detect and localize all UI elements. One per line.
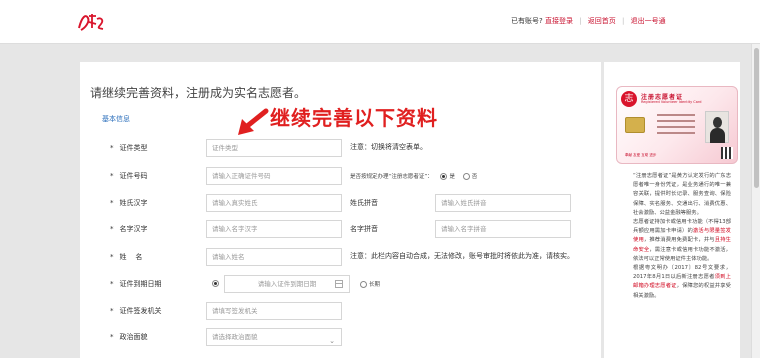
given-name-input[interactable]: 请输入名字汉字 bbox=[206, 220, 342, 238]
row-authority: * 证件签发机关 请填写签发机关 bbox=[80, 301, 601, 321]
card-subtitle: Registered Volunteer Identity Card bbox=[641, 100, 702, 104]
calendar-icon[interactable] bbox=[335, 280, 343, 288]
card-text-lines bbox=[657, 114, 695, 138]
full-name-input[interactable]: 请输入姓名 bbox=[206, 248, 342, 266]
row-full-name: * 姓 名 请输入姓名 注意：此栏内容自动合成，无法修改，账号审批时将依此为准，请… bbox=[80, 247, 601, 267]
id-type-label: 证件类型 bbox=[119, 144, 148, 152]
expiry-date-input[interactable]: 请输入证件到期日期 bbox=[224, 275, 350, 293]
surname-pinyin-label: 姓氏拼音 bbox=[350, 199, 378, 207]
row-id-number: * 证件号码 请输入正确证件号码 是否按规定办理“注册志愿者证”： 是 否 bbox=[80, 166, 601, 186]
card-photo bbox=[705, 111, 729, 143]
top-bar: 已有账号? 直接登录 | 返回首页 | 退出一号通 bbox=[0, 0, 760, 44]
given-pinyin-input[interactable]: 请输入名字拼音 bbox=[435, 220, 571, 238]
given-pinyin-label: 名字拼音 bbox=[350, 225, 378, 233]
qr-code-icon bbox=[721, 147, 733, 159]
site-logo[interactable] bbox=[76, 10, 106, 34]
card-slogan: 奉献 友爱 互助 进步 bbox=[625, 153, 657, 157]
registration-form: 请继续完善资料，注册成为实名志愿者。 基本信息 继续完善以下资料 * 证件类型 证… bbox=[80, 62, 601, 358]
card-chip-icon bbox=[625, 117, 645, 133]
row-id-type: * 证件类型 证件类型 注意：切换将清空表单。 bbox=[80, 138, 601, 158]
card-no-label: 否 bbox=[471, 174, 478, 180]
expiry-label: 证件到期日期 bbox=[119, 280, 162, 288]
scrollbar-thumb[interactable] bbox=[754, 48, 759, 188]
id-type-select[interactable]: 证件类型 bbox=[206, 139, 342, 157]
surname-label: 姓氏汉字 bbox=[119, 199, 148, 207]
id-type-note: 注意：切换将清空表单。 bbox=[350, 143, 427, 151]
login-link[interactable]: 直接登录 bbox=[545, 17, 573, 25]
row-politics: * 政治面貌 请选择政治面貌 ⌄ bbox=[80, 327, 601, 347]
row-given-name: * 名字汉字 请输入名字汉字 名字拼音 请输入名字拼音 bbox=[80, 219, 601, 239]
info-paragraph: 志愿者证持加卡或信用卡功能（不得13部兵额应用需加卡申请）的激活与限量签发使用，… bbox=[633, 219, 731, 262]
page-scrollbar[interactable] bbox=[751, 44, 760, 358]
has-account-text: 已有账号? bbox=[511, 17, 543, 25]
full-name-label: 姓 名 bbox=[119, 253, 143, 261]
red-annotation-text: 继续完善以下资料 bbox=[270, 106, 438, 130]
long-term-label: 长期 bbox=[369, 282, 381, 288]
surname-pinyin-input[interactable]: 请输入姓氏拼音 bbox=[435, 194, 571, 212]
nav-divider: | bbox=[622, 17, 625, 25]
row-surname: * 姓氏汉字 请输入真实姓氏 姓氏拼音 请输入姓氏拼音 bbox=[80, 193, 601, 213]
long-term-radio[interactable] bbox=[360, 281, 367, 288]
red-arrow-icon bbox=[238, 108, 269, 135]
card-yes-radio[interactable] bbox=[440, 173, 448, 180]
id-number-label: 证件号码 bbox=[119, 172, 148, 180]
card-info-text: “注册志愿者证”是黄方认定发行的广东志愿者唯一身份凭证，是业务通行的唯一兼容关联… bbox=[633, 172, 731, 301]
card-no-radio[interactable] bbox=[462, 173, 470, 180]
header-nav: 已有账号? 直接登录 | 返回首页 | 退出一号通 bbox=[511, 16, 666, 26]
info-paragraph: “注册志愿者证”是黄方认定发行的广东志愿者唯一身份凭证，是业务通行的唯一兼容关联… bbox=[633, 173, 731, 216]
volunteer-id-card: 志 注册志愿者证 Registered Volunteer Identity C… bbox=[616, 86, 738, 164]
row-expiry: * 证件到期日期 请输入证件到期日期 长期 bbox=[80, 274, 601, 294]
id-number-input[interactable]: 请输入正确证件号码 bbox=[206, 167, 342, 185]
surname-input[interactable]: 请输入真实姓氏 bbox=[206, 194, 342, 212]
card-logo-icon: 志 bbox=[621, 91, 637, 107]
chevron-down-icon: ⌄ bbox=[329, 337, 335, 345]
nav-divider: | bbox=[579, 17, 582, 25]
authority-label: 证件签发机关 bbox=[119, 307, 162, 315]
home-link[interactable]: 返回首页 bbox=[588, 17, 616, 25]
politics-label: 政治面貌 bbox=[119, 333, 148, 341]
full-name-note: 注意：此栏内容自动合成，无法修改，账号审批时将依此为准，请核实。 bbox=[350, 252, 574, 260]
info-paragraph: 根据粤文明办〔2017〕82号文要求，2017年8月1日以后新注册志愿者须到上邮… bbox=[633, 265, 731, 299]
volunteer-card-panel: 志 注册志愿者证 Registered Volunteer Identity C… bbox=[604, 62, 740, 358]
given-name-label: 名字汉字 bbox=[119, 225, 148, 233]
expiry-date-radio[interactable] bbox=[212, 280, 219, 287]
card-yes-label: 是 bbox=[449, 174, 455, 180]
authority-input[interactable]: 请填写签发机关 bbox=[206, 302, 342, 320]
card-question: 是否按规定办理“注册志愿者证”： 是 否 bbox=[350, 173, 478, 180]
logout-link[interactable]: 退出一号通 bbox=[631, 17, 666, 25]
politics-select[interactable]: 请选择政治面貌 ⌄ bbox=[206, 328, 342, 346]
page-title: 请继续完善资料，注册成为实名志愿者。 bbox=[90, 86, 307, 100]
section-basic-info: 基本信息 bbox=[102, 115, 130, 123]
